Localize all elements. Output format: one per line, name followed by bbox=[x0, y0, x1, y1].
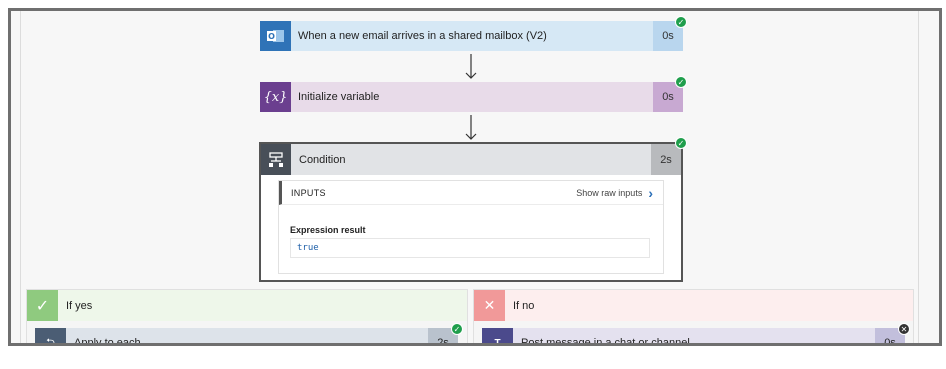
condition-icon bbox=[261, 144, 291, 175]
flow-canvas: O When a new email arrives in a shared m… bbox=[8, 8, 942, 346]
condition-duration: 2s bbox=[651, 144, 681, 175]
apply-to-each-step[interactable]: ⮌ Apply to each 2s bbox=[35, 328, 458, 346]
outlook-icon: O bbox=[260, 21, 291, 51]
if-yes-branch: ✓ If yes ⮌ Apply to each 2s ✓ bbox=[26, 289, 468, 346]
svg-text:O: O bbox=[268, 32, 275, 41]
if-no-branch: ✕ If no T Post message in a chat or chan… bbox=[473, 289, 914, 346]
show-raw-inputs-link[interactable]: Show raw inputs › bbox=[576, 185, 653, 201]
check-icon: ✓ bbox=[27, 290, 58, 321]
close-icon: ✕ bbox=[474, 290, 505, 321]
flow-arrow-icon bbox=[465, 54, 477, 79]
loop-icon: ⮌ bbox=[35, 328, 66, 343]
if-no-label: If no bbox=[513, 299, 535, 312]
success-check-icon: ✓ bbox=[675, 16, 687, 28]
step-title: Post message in a chat or channel bbox=[521, 337, 690, 346]
success-check-icon: ✓ bbox=[675, 76, 687, 88]
inputs-header: INPUTS Show raw inputs › bbox=[279, 181, 663, 205]
success-check-icon: ✓ bbox=[451, 323, 463, 335]
condition-header[interactable]: Condition 2s bbox=[261, 144, 681, 175]
canvas-lane-left bbox=[20, 11, 21, 343]
condition-title: Condition bbox=[299, 153, 346, 166]
step-title: Apply to each bbox=[74, 337, 141, 346]
condition-step[interactable]: Condition 2s INPUTS Show raw inputs › Ex… bbox=[259, 142, 683, 282]
inputs-panel: INPUTS Show raw inputs › Expression resu… bbox=[278, 180, 664, 274]
if-no-header[interactable]: ✕ If no bbox=[474, 290, 913, 321]
chevron-right-icon: › bbox=[648, 184, 653, 201]
teams-icon: T bbox=[482, 328, 513, 343]
if-yes-label: If yes bbox=[66, 299, 93, 312]
success-check-icon: ✓ bbox=[675, 137, 687, 149]
expression-result-label: Expression result bbox=[290, 225, 366, 235]
trigger-step[interactable]: O When a new email arrives in a shared m… bbox=[260, 21, 683, 51]
initialize-variable-step[interactable]: {x} Initialize variable 0s bbox=[260, 82, 683, 112]
step-title: Initialize variable bbox=[298, 91, 380, 103]
post-message-step[interactable]: T Post message in a chat or channel 0s bbox=[482, 328, 905, 346]
step-title: When a new email arrives in a shared mai… bbox=[298, 30, 547, 42]
variable-icon: {x} bbox=[260, 82, 291, 112]
inputs-title: INPUTS bbox=[291, 187, 326, 198]
failed-x-icon: ✕ bbox=[898, 323, 910, 335]
expression-result-value: true bbox=[290, 238, 650, 258]
show-raw-inputs-label: Show raw inputs bbox=[576, 187, 643, 198]
canvas-lane-right bbox=[918, 11, 919, 343]
flow-arrow-icon bbox=[465, 115, 477, 140]
if-yes-header[interactable]: ✓ If yes bbox=[27, 290, 467, 321]
